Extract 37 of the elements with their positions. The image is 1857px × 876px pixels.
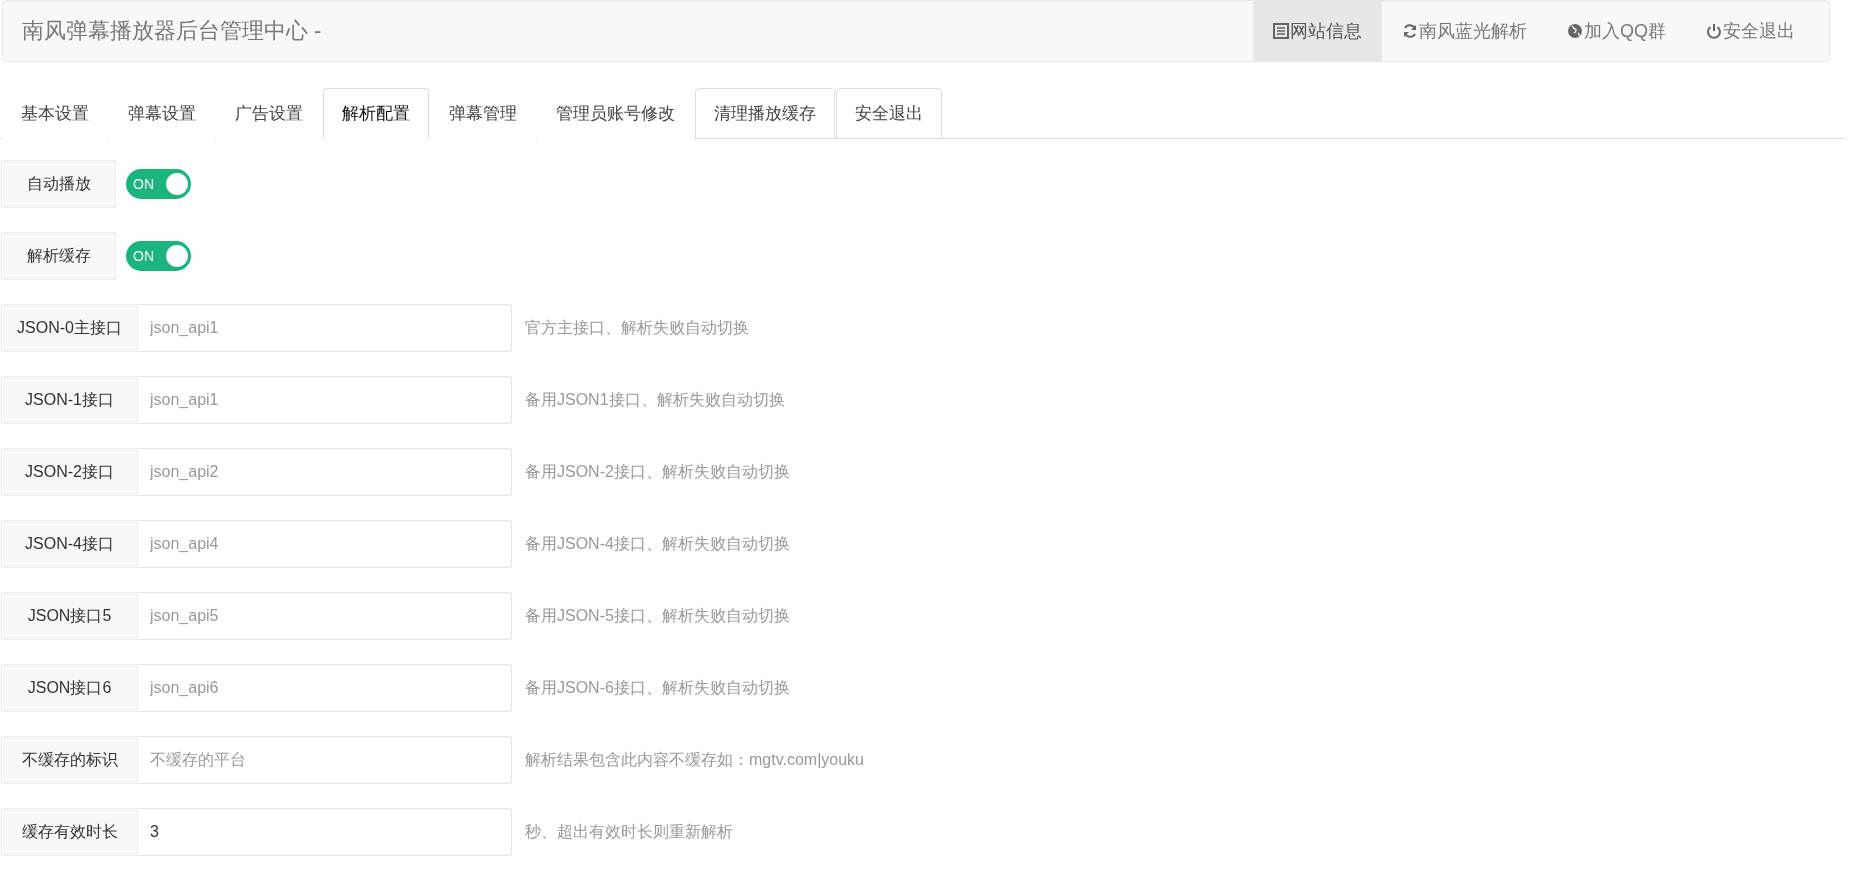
- input-field[interactable]: 3: [138, 808, 512, 856]
- field-hint: 备用JSON-6接口、解析失败自动切换: [525, 677, 790, 698]
- field-hint: 备用JSON-2接口、解析失败自动切换: [525, 461, 790, 482]
- input-field[interactable]: json_api2: [138, 448, 512, 496]
- input-field[interactable]: 不缓存的平台: [138, 736, 512, 784]
- field-hint: 备用JSON-4接口、解析失败自动切换: [525, 533, 790, 554]
- input-field[interactable]: json_api1: [138, 376, 512, 424]
- field-label: JSON-4接口: [1, 520, 138, 568]
- nav-link[interactable]: 安全退出: [1686, 1, 1815, 61]
- field-label: JSON-0主接口: [1, 304, 138, 352]
- input-field[interactable]: json_api4: [138, 520, 512, 568]
- site-title: 南风弹幕播放器后台管理中心 -: [21, 17, 322, 45]
- refresh-icon: [1402, 23, 1418, 39]
- field-label: JSON-2接口: [1, 448, 138, 496]
- list-icon: [1273, 23, 1289, 39]
- field-hint: 秒、超出有效时长则重新解析: [525, 821, 733, 842]
- power-icon: [1706, 23, 1722, 39]
- input-field[interactable]: json_api6: [138, 664, 512, 712]
- input-field[interactable]: json_api1: [138, 304, 512, 352]
- field-label: JSON-1接口: [1, 376, 138, 424]
- tab[interactable]: 清理播放缓存: [695, 88, 835, 139]
- field-hint: 官方主接口、解析失败自动切换: [525, 317, 749, 338]
- field-label: 缓存有效时长: [1, 808, 138, 856]
- tab[interactable]: 解析配置: [323, 88, 429, 139]
- field-hint: 备用JSON1接口、解析失败自动切换: [525, 389, 785, 410]
- nav-link[interactable]: 加入QQ群: [1547, 1, 1686, 61]
- field-label: JSON接口6: [1, 664, 138, 712]
- field-label: 解析缓存: [1, 232, 116, 280]
- field-hint: 备用JSON-5接口、解析失败自动切换: [525, 605, 790, 626]
- field-label: 自动播放: [1, 160, 116, 208]
- tab[interactable]: 安全退出: [836, 88, 942, 139]
- field-hint: 解析结果包含此内容不缓存如：mgtv.com|youku: [525, 749, 864, 770]
- nav-link[interactable]: 网站信息: [1253, 1, 1382, 61]
- nav-link[interactable]: 南风蓝光解析: [1382, 1, 1547, 61]
- field-label: 不缓存的标识: [1, 736, 138, 784]
- input-field[interactable]: json_api5: [138, 592, 512, 640]
- field-label: JSON接口5: [1, 592, 138, 640]
